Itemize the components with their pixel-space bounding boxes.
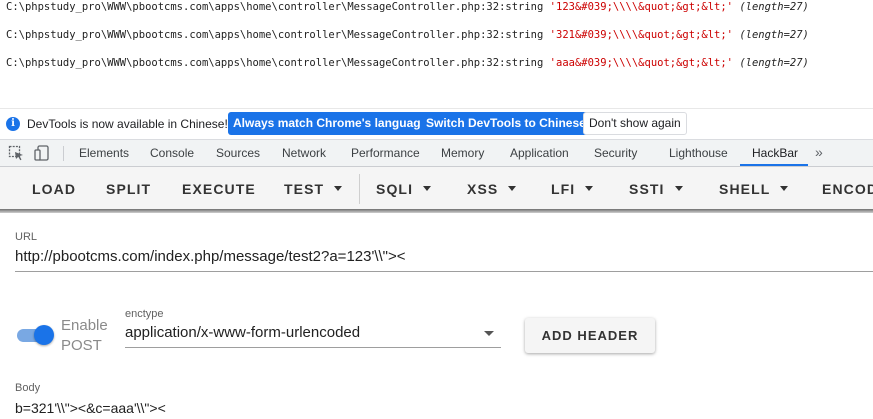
dont-show-again-button[interactable]: Don't show again (583, 112, 687, 135)
output-path: C:\phpstudy_pro\WWW\pbootcms.com\apps\ho… (6, 29, 544, 41)
device-toolbar-icon[interactable] (34, 145, 50, 161)
ssti-label: SSTI (629, 181, 665, 197)
tab-lighthouse[interactable]: Lighthouse (669, 140, 728, 166)
url-label: URL (15, 231, 38, 243)
output-path: C:\phpstudy_pro\WWW\pbootcms.com\apps\ho… (6, 57, 544, 69)
devtools-tabbar: Elements Console Sources Network Perform… (0, 140, 873, 167)
tab-performance[interactable]: Performance (351, 140, 420, 166)
enable-post-label-line1: Enable (61, 317, 108, 334)
output-line: C:\phpstudy_pro\WWW\pbootcms.com\apps\ho… (6, 56, 809, 70)
output-line: C:\phpstudy_pro\WWW\pbootcms.com\apps\ho… (6, 0, 809, 14)
infobar-message: DevTools is now available in Chinese! (27, 117, 228, 131)
test-label: TEST (284, 181, 325, 197)
hackbar-toolbar: LOAD SPLIT EXECUTE TEST SQLI XSS LFI SST… (0, 167, 873, 211)
tab-sources[interactable]: Sources (216, 140, 260, 166)
more-tabs-icon[interactable]: » (815, 140, 823, 166)
caret-down-icon (334, 185, 343, 191)
tab-network[interactable]: Network (282, 140, 326, 166)
enctype-label: enctype (125, 308, 164, 320)
add-header-button[interactable]: ADD HEADER (525, 318, 655, 353)
output-value: '321&#039;\\\\&quot;&gt;&lt;' (549, 29, 733, 41)
caret-down-icon (585, 185, 594, 191)
dropdown-arrow-icon (484, 331, 494, 336)
execute-label: EXECUTE (182, 181, 256, 197)
sqli-menu[interactable]: SQLI (376, 167, 432, 211)
always-match-language-button[interactable]: Always match Chrome's language (228, 112, 433, 135)
lfi-menu[interactable]: LFI (551, 167, 594, 211)
sqli-label: SQLI (376, 181, 414, 197)
enable-post-label-line2: POST (61, 337, 102, 354)
enctype-select[interactable]: application/x-www-form-urlencoded (125, 322, 501, 348)
output-length: (length=27) (739, 1, 809, 13)
test-menu[interactable]: TEST (284, 167, 343, 211)
tab-console[interactable]: Console (150, 140, 194, 166)
output-value: '123&#039;\\\\&quot;&gt;&lt;' (549, 1, 733, 13)
shell-menu[interactable]: SHELL (719, 167, 789, 211)
caret-down-icon (508, 185, 517, 191)
encoding-menu[interactable]: ENCODING (822, 167, 873, 211)
encoding-label: ENCODING (822, 181, 873, 197)
body-input[interactable]: b=321'\\"><&c=aaa'\\">< (15, 399, 166, 417)
xss-menu[interactable]: XSS (467, 167, 517, 211)
toolbar-divider (63, 146, 64, 161)
toolbar-divider (359, 174, 360, 204)
xss-label: XSS (467, 181, 499, 197)
enctype-value: application/x-www-form-urlencoded (125, 324, 361, 341)
ssti-menu[interactable]: SSTI (629, 167, 683, 211)
load-button[interactable]: LOAD (32, 167, 76, 211)
tab-elements[interactable]: Elements (79, 140, 129, 166)
inspect-element-icon[interactable] (8, 145, 24, 161)
shell-label: SHELL (719, 181, 771, 197)
url-input[interactable]: http://pbootcms.com/index.php/message/te… (15, 246, 873, 272)
output-line: C:\phpstudy_pro\WWW\pbootcms.com\apps\ho… (6, 28, 809, 42)
load-label: LOAD (32, 181, 77, 197)
tab-security[interactable]: Security (594, 140, 637, 166)
split-label: SPLIT (106, 181, 152, 197)
output-length: (length=27) (739, 29, 809, 41)
toggle-thumb (34, 325, 54, 345)
execute-button[interactable]: EXECUTE (182, 167, 256, 211)
tab-application[interactable]: Application (510, 140, 569, 166)
switch-to-chinese-button[interactable]: Switch DevTools to Chinese (421, 112, 591, 135)
active-tab-indicator (740, 164, 808, 166)
toolbar-shadow (0, 209, 873, 213)
info-icon: i (6, 117, 20, 131)
enable-post-toggle[interactable] (16, 324, 56, 346)
language-infobar: i DevTools is now available in Chinese! … (0, 108, 873, 140)
output-path: C:\phpstudy_pro\WWW\pbootcms.com\apps\ho… (6, 1, 544, 13)
lfi-label: LFI (551, 181, 576, 197)
output-value: 'aaa&#039;\\\\&quot;&gt;&lt;' (549, 57, 733, 69)
php-output: C:\phpstudy_pro\WWW\pbootcms.com\apps\ho… (0, 0, 873, 108)
enable-post-label: Enable POST (61, 316, 108, 356)
output-length: (length=27) (739, 57, 809, 69)
tab-memory[interactable]: Memory (441, 140, 484, 166)
caret-down-icon (674, 185, 683, 191)
caret-down-icon (423, 185, 432, 191)
caret-down-icon (780, 185, 789, 191)
body-label: Body (15, 382, 41, 394)
split-button[interactable]: SPLIT (106, 167, 151, 211)
tab-hackbar[interactable]: HackBar (752, 140, 798, 166)
